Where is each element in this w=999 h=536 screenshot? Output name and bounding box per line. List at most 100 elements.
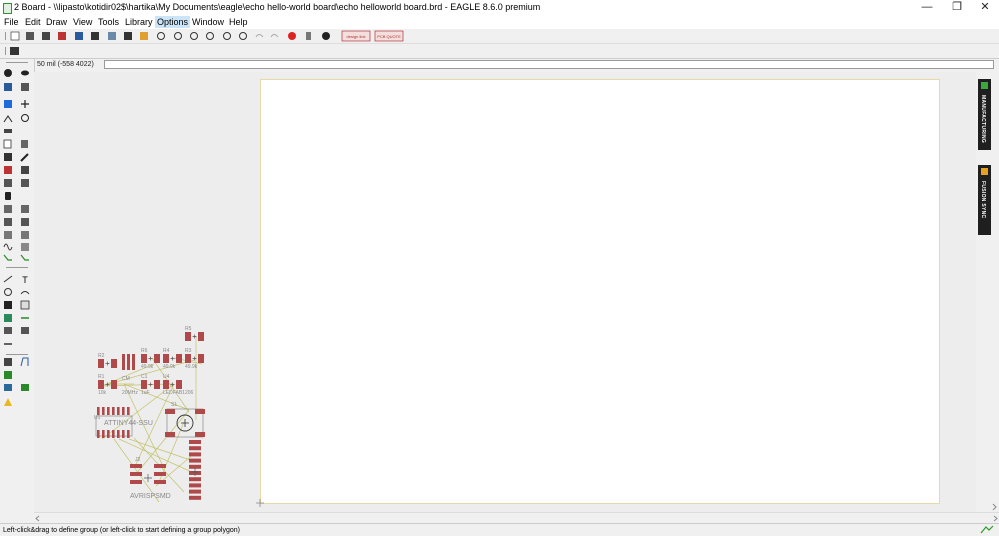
resistor-r1[interactable] xyxy=(98,380,117,389)
change-icon[interactable] xyxy=(21,166,29,174)
warning-icon[interactable] xyxy=(4,398,12,406)
wrench-icon[interactable] xyxy=(20,153,29,162)
delete-icon[interactable] xyxy=(4,153,12,161)
switch-s1[interactable] xyxy=(165,408,205,438)
route-icon[interactable] xyxy=(4,218,12,226)
connector-j2[interactable] xyxy=(130,464,166,484)
arc-icon[interactable] xyxy=(20,291,30,295)
text-icon[interactable]: T xyxy=(22,275,28,285)
close-button[interactable]: ✕ xyxy=(970,0,999,15)
meander-icon[interactable] xyxy=(4,231,12,239)
zoom-in-icon[interactable] xyxy=(174,32,182,40)
scroll-right-icon[interactable] xyxy=(993,515,998,522)
resonator-cm-name: CM xyxy=(122,376,130,382)
new-icon[interactable] xyxy=(10,31,20,41)
lock-icon[interactable] xyxy=(5,192,11,200)
ic-pin xyxy=(112,430,115,438)
zoom-fit-icon[interactable] xyxy=(157,32,165,40)
zoom-out-icon[interactable] xyxy=(190,32,198,40)
layer-stack-icon[interactable] xyxy=(4,314,12,322)
panel-scroll-icon[interactable] xyxy=(992,503,997,511)
command-line-input[interactable] xyxy=(104,60,994,69)
resistor-r3[interactable] xyxy=(185,354,204,363)
scroll-left-icon[interactable] xyxy=(35,515,40,522)
polygon-icon[interactable] xyxy=(20,300,30,310)
menu-tools[interactable]: Tools xyxy=(98,16,119,28)
script-icon[interactable] xyxy=(91,32,99,40)
design-block-icon[interactable] xyxy=(4,371,12,379)
resonator-cm-value: 20MHz xyxy=(122,390,138,396)
rotate-icon[interactable] xyxy=(21,114,29,122)
zoom-last-icon[interactable] xyxy=(223,32,231,40)
optimize-icon[interactable] xyxy=(21,205,29,213)
paste-icon[interactable] xyxy=(21,140,28,148)
menu-draw[interactable]: Draw xyxy=(46,16,67,28)
drc-check-icon[interactable] xyxy=(4,384,12,391)
wave-icon[interactable] xyxy=(3,243,13,251)
hole-icon[interactable] xyxy=(4,327,12,334)
align-icon[interactable] xyxy=(4,129,12,133)
menu-options[interactable]: Options xyxy=(155,16,191,28)
go-icon[interactable] xyxy=(306,32,311,40)
move-all-icon[interactable] xyxy=(21,100,29,108)
restore-button[interactable]: ❐ xyxy=(942,0,972,15)
zoom-select-icon[interactable] xyxy=(206,32,214,40)
undo-icon[interactable] xyxy=(255,34,264,38)
split-icon[interactable] xyxy=(4,179,12,187)
smd-pad xyxy=(111,359,117,368)
drc-icon[interactable] xyxy=(124,32,132,40)
menu-help[interactable]: Help xyxy=(229,16,248,28)
minimize-button[interactable]: — xyxy=(912,0,942,15)
mark-icon[interactable] xyxy=(21,83,29,91)
resistor-r2[interactable] xyxy=(98,359,117,368)
ic-pin xyxy=(122,430,125,438)
resistor-r4[interactable] xyxy=(163,354,182,363)
stop-icon[interactable] xyxy=(288,32,296,40)
manufacturing-tab[interactable]: MANUFACTURING xyxy=(978,79,991,150)
group-icon[interactable] xyxy=(4,166,12,174)
capacitor-c1[interactable] xyxy=(141,380,160,389)
copy-icon[interactable] xyxy=(3,139,12,149)
wire-icon[interactable] xyxy=(3,254,12,261)
print-icon[interactable] xyxy=(42,32,50,40)
board-canvas[interactable]: R5 R2 R6 49.9k R4 49.9k R3 49.9k R1 10k C1 1uF U4 LED… xyxy=(34,72,976,512)
menu-view[interactable]: View xyxy=(73,16,92,28)
line-icon[interactable] xyxy=(3,275,13,283)
resistor-r6[interactable] xyxy=(141,354,160,363)
save-icon[interactable] xyxy=(26,32,34,40)
rectangle-icon[interactable] xyxy=(4,301,12,309)
show-icon[interactable] xyxy=(21,70,29,76)
ripup-icon[interactable] xyxy=(21,218,29,226)
redraw-icon[interactable] xyxy=(239,32,247,40)
run-ulp-icon[interactable] xyxy=(108,32,116,40)
layer-grid-icon[interactable] xyxy=(10,47,19,55)
via-icon[interactable] xyxy=(21,231,29,239)
menu-library[interactable]: Library xyxy=(125,16,153,28)
autorouter-icon[interactable] xyxy=(21,243,29,251)
status-bar: Left-click&drag to define group (or left… xyxy=(0,523,999,536)
menu-edit[interactable]: Edit xyxy=(25,16,41,28)
library-icon[interactable] xyxy=(140,32,148,40)
swap-icon[interactable] xyxy=(4,205,12,213)
replace-icon[interactable] xyxy=(21,179,29,187)
erc-check-icon[interactable] xyxy=(21,384,29,391)
move-icon[interactable] xyxy=(4,100,12,108)
circle-icon[interactable] xyxy=(4,288,12,296)
resistor-r5[interactable] xyxy=(185,332,204,341)
fusion-sync-tab[interactable]: FUSION SYNC xyxy=(978,165,991,235)
redo-icon[interactable] xyxy=(270,34,279,38)
mirror-icon[interactable] xyxy=(3,115,13,123)
info-icon[interactable] xyxy=(4,69,12,77)
header-pins[interactable] xyxy=(189,440,201,500)
resonator-cm[interactable] xyxy=(122,354,135,370)
display-layers-icon[interactable] xyxy=(4,83,12,91)
attribute-icon[interactable] xyxy=(21,327,29,334)
help-icon[interactable] xyxy=(322,32,330,40)
route-multiple-icon[interactable] xyxy=(20,357,29,367)
ratsnest-icon[interactable] xyxy=(4,358,12,366)
menu-window[interactable]: Window xyxy=(192,16,224,28)
cam-icon[interactable] xyxy=(58,32,66,40)
signal-icon[interactable] xyxy=(20,254,29,261)
board-icon[interactable] xyxy=(75,32,83,40)
menu-file[interactable]: File xyxy=(4,16,19,28)
